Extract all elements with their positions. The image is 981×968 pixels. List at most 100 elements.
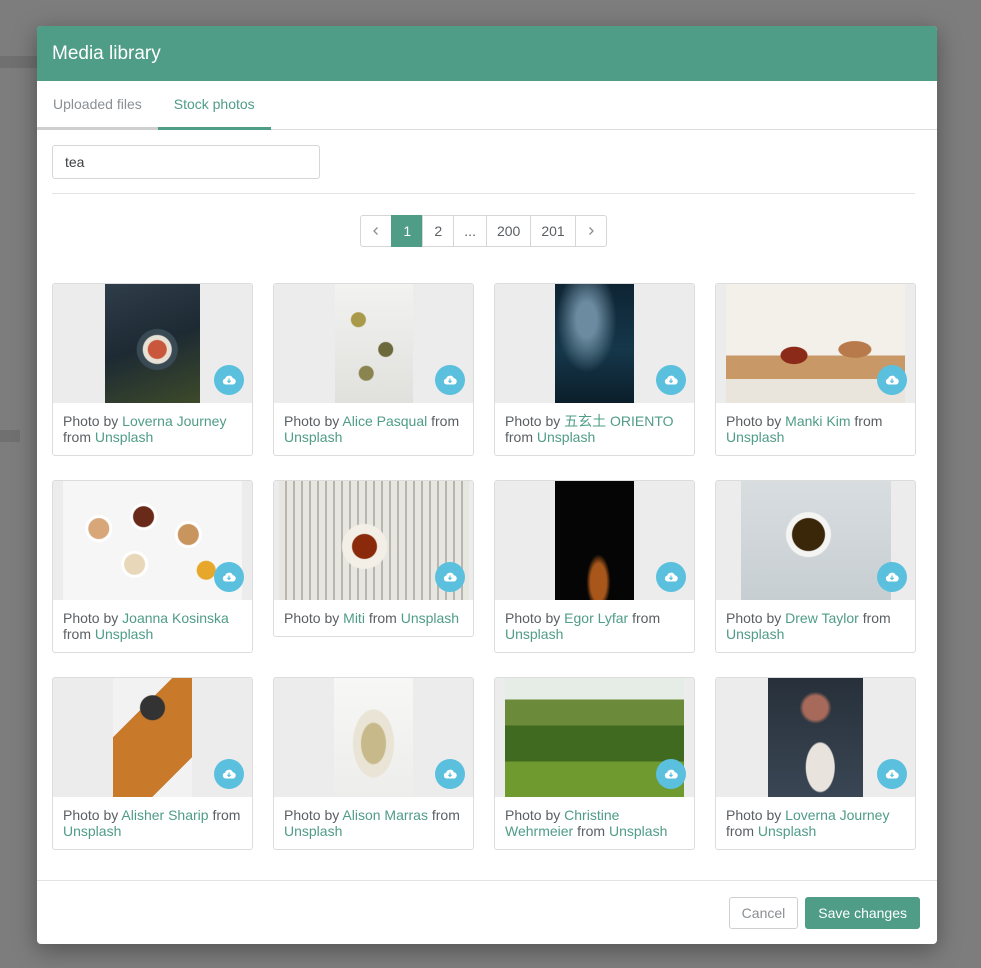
download-button[interactable] (877, 365, 907, 395)
pagination-page-201[interactable]: 201 (530, 215, 576, 247)
photo-card[interactable]: Photo by Egor Lyfar from Unsplash (494, 480, 695, 653)
author-link[interactable]: Egor Lyfar (564, 610, 628, 626)
source-link[interactable]: Unsplash (505, 626, 563, 642)
photo-thumbnail-area[interactable] (274, 481, 473, 600)
source-link[interactable]: Unsplash (758, 823, 816, 839)
author-link[interactable]: Loverna Journey (122, 413, 226, 429)
credit-prefix: Photo by (505, 413, 561, 429)
photo-credit: Photo by Egor Lyfar from Unsplash (495, 600, 694, 652)
photo-image[interactable] (555, 284, 634, 403)
search-input[interactable] (52, 145, 320, 179)
photo-thumbnail-area[interactable] (274, 678, 473, 797)
download-button[interactable] (435, 365, 465, 395)
author-link[interactable]: Alison Marras (342, 807, 428, 823)
photo-image[interactable] (555, 481, 634, 600)
source-link[interactable]: Unsplash (726, 429, 784, 445)
modal-body: 1 2 ... 200 201 Photo by Loverna Journey… (37, 130, 937, 850)
pagination-next-button[interactable] (574, 215, 607, 247)
photo-credit: Photo by Alice Pasqual from Unsplash (274, 403, 473, 455)
credit-prefix: Photo by (284, 413, 340, 429)
photo-card[interactable]: Photo by Alison Marras from Unsplash (273, 677, 474, 850)
photo-card[interactable]: Photo by 五玄土 ORIENTO from Unsplash (494, 283, 695, 456)
pagination-page-200[interactable]: 200 (485, 215, 532, 247)
photo-image[interactable] (334, 284, 413, 403)
download-button[interactable] (656, 759, 686, 789)
download-button[interactable] (214, 759, 244, 789)
photo-card[interactable]: Photo by Alice Pasqual from Unsplash (273, 283, 474, 456)
photo-thumbnail-area[interactable] (716, 678, 915, 797)
author-link[interactable]: Alice Pasqual (342, 413, 427, 429)
source-link[interactable]: Unsplash (95, 626, 153, 642)
photo-card[interactable]: Photo by Alisher Sharip from Unsplash (52, 677, 253, 850)
download-button[interactable] (435, 759, 465, 789)
credit-prefix: Photo by (726, 610, 782, 626)
photo-thumbnail-area[interactable] (53, 481, 252, 600)
save-changes-button[interactable]: Save changes (805, 896, 920, 929)
pagination-page-2[interactable]: 2 (422, 215, 455, 247)
photo-card[interactable]: Photo by Loverna Journey from Unsplash (715, 677, 916, 850)
author-link[interactable]: Joanna Kosinska (122, 610, 229, 626)
author-link[interactable]: 五玄土 ORIENTO (564, 413, 673, 429)
source-link[interactable]: Unsplash (401, 610, 459, 626)
cloud-download-icon (222, 769, 236, 779)
author-link[interactable]: Drew Taylor (785, 610, 859, 626)
photo-credit: Photo by Alison Marras from Unsplash (274, 797, 473, 849)
photo-credit: Photo by Drew Taylor from Unsplash (716, 600, 915, 652)
credit-from: from (577, 823, 606, 839)
media-library-modal: Media library Uploaded files Stock photo… (37, 26, 937, 944)
photo-card[interactable]: Photo by Miti from Unsplash (273, 480, 474, 637)
download-button[interactable] (435, 562, 465, 592)
photo-credit: Photo by Christine Wehrmeier from Unspla… (495, 797, 694, 849)
author-link[interactable]: Miti (343, 610, 365, 626)
photo-credit: Photo by Manki Kim from Unsplash (716, 403, 915, 455)
download-button[interactable] (877, 562, 907, 592)
photo-image[interactable] (768, 678, 863, 797)
source-link[interactable]: Unsplash (284, 429, 342, 445)
author-link[interactable]: Alisher Sharip (121, 807, 208, 823)
photo-thumbnail-area[interactable] (716, 284, 915, 403)
photo-credit: Photo by Alisher Sharip from Unsplash (53, 797, 252, 849)
photo-image[interactable] (113, 678, 192, 797)
credit-from: from (632, 610, 661, 626)
tab-stock-photos[interactable]: Stock photos (157, 81, 271, 130)
credit-from: from (212, 807, 241, 823)
author-link[interactable]: Loverna Journey (785, 807, 889, 823)
download-button[interactable] (656, 365, 686, 395)
source-link[interactable]: Unsplash (284, 823, 342, 839)
cloud-download-icon (222, 375, 236, 385)
photo-credit: Photo by 五玄土 ORIENTO from Unsplash (495, 403, 694, 455)
photo-card[interactable]: Photo by Joanna Kosinska from Unsplash (52, 480, 253, 653)
photo-thumbnail-area[interactable] (495, 678, 694, 797)
download-button[interactable] (877, 759, 907, 789)
source-link[interactable]: Unsplash (537, 429, 595, 445)
download-button[interactable] (214, 562, 244, 592)
photo-credit: Photo by Miti from Unsplash (274, 600, 473, 636)
tab-uploaded-files[interactable]: Uploaded files (37, 81, 158, 130)
photo-credit: Photo by Joanna Kosinska from Unsplash (53, 600, 252, 652)
download-button[interactable] (214, 365, 244, 395)
source-link[interactable]: Unsplash (63, 823, 121, 839)
cancel-button[interactable]: Cancel (728, 896, 799, 929)
pagination-page-1[interactable]: 1 (391, 215, 424, 247)
download-button[interactable] (656, 562, 686, 592)
source-link[interactable]: Unsplash (726, 626, 784, 642)
photo-card[interactable]: Photo by Christine Wehrmeier from Unspla… (494, 677, 695, 850)
photo-thumbnail-area[interactable] (274, 284, 473, 403)
photo-image[interactable] (740, 481, 891, 600)
photo-thumbnail-area[interactable] (53, 284, 252, 403)
source-link[interactable]: Unsplash (609, 823, 667, 839)
author-link[interactable]: Manki Kim (785, 413, 850, 429)
pagination-prev-button[interactable] (360, 215, 393, 247)
source-link[interactable]: Unsplash (95, 429, 153, 445)
photo-card[interactable]: Photo by Loverna Journey from Unsplash (52, 283, 253, 456)
photo-thumbnail-area[interactable] (495, 284, 694, 403)
photo-thumbnail-area[interactable] (716, 481, 915, 600)
cloud-download-icon (885, 572, 899, 582)
photo-card[interactable]: Photo by Drew Taylor from Unsplash (715, 480, 916, 653)
photo-thumbnail-area[interactable] (495, 481, 694, 600)
photo-image[interactable] (334, 678, 413, 797)
credit-from: from (431, 807, 460, 823)
photo-image[interactable] (105, 284, 200, 403)
photo-thumbnail-area[interactable] (53, 678, 252, 797)
photo-card[interactable]: Photo by Manki Kim from Unsplash (715, 283, 916, 456)
